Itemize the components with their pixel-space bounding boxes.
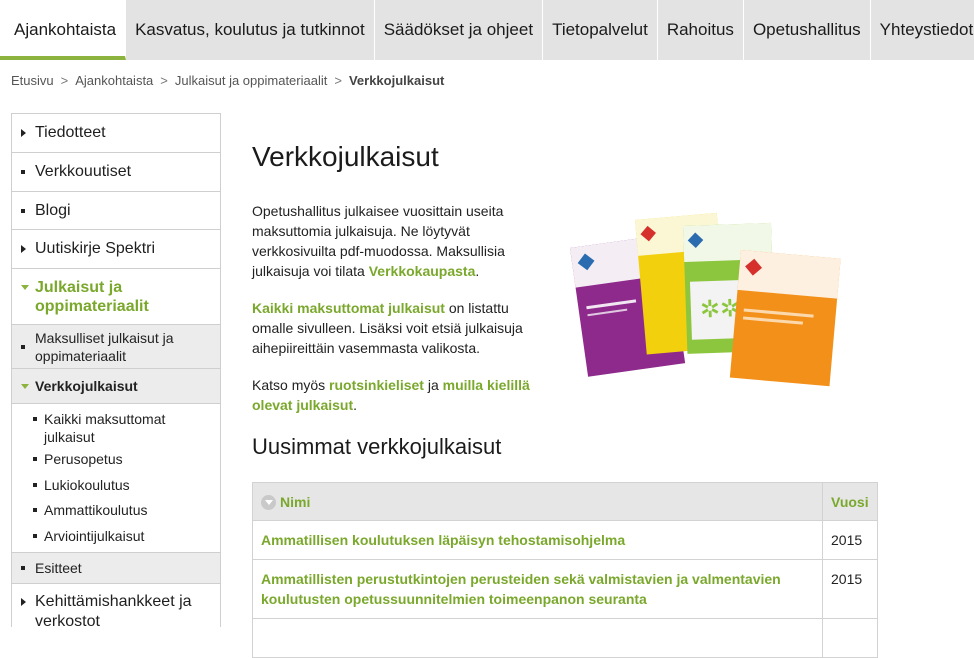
square-bullet-icon — [33, 457, 37, 461]
tab-ajankohtaista[interactable]: Ajankohtaista — [0, 0, 127, 60]
publication-year: 2015 — [822, 520, 878, 560]
sidebar-item-uutiskirje[interactable]: Uutiskirje Spektri — [12, 230, 220, 269]
intro-text: Opetushallitus julkaisee vuosittain usei… — [252, 201, 542, 432]
sidebar-sub3-item[interactable]: Perusopetus — [12, 450, 220, 476]
sidebar-item-label: Tiedotteet — [35, 124, 106, 141]
intro-paragraph-1: Opetushallitus julkaisee vuosittain usei… — [252, 201, 542, 281]
triangle-down-icon — [21, 285, 29, 290]
breadcrumb-current: Verkkojulkaisut — [348, 73, 445, 88]
sidebar-item-label: Kehittämishankkeet ja verkostot — [35, 593, 192, 627]
square-bullet-icon — [21, 208, 25, 213]
paragraph-text: ja — [423, 377, 443, 393]
column-header-label: Nimi — [280, 493, 311, 510]
sidebar-sub3-list: Kaikki maksuttomat julkaisut Perusopetus… — [12, 404, 220, 553]
link-ruotsinkieliset[interactable]: ruotsinkieliset — [329, 377, 424, 393]
triangle-right-icon — [21, 129, 26, 137]
paragraph-text: Katso myös — [252, 377, 330, 393]
sidebar-menu: Tiedotteet Verkkouutiset Blogi Uutiskirj… — [11, 113, 221, 627]
intro-paragraph-2: Kaikki maksuttomat julkaisut on listattu… — [252, 298, 542, 358]
publication-cover-orange — [729, 250, 841, 387]
breadcrumb-link-etusivu[interactable]: Etusivu — [11, 73, 54, 88]
publications-illustration: ✲✲ — [570, 212, 841, 387]
breadcrumb-separator: > — [60, 73, 69, 88]
sidebar-item-kehittamishankkeet[interactable]: Kehittämishankkeet ja verkostot — [12, 584, 220, 627]
sidebar-sub3-label: Ammattikoulutus — [44, 502, 148, 518]
sidebar-item-blogi[interactable]: Blogi — [12, 192, 220, 230]
column-header-vuosi[interactable]: Vuosi — [822, 482, 878, 521]
sidebar-sub3-item[interactable]: Lukiokoulutus — [12, 476, 220, 501]
table-cell-empty — [252, 618, 823, 658]
sidebar-item-tiedotteet[interactable]: Tiedotteet — [12, 114, 220, 153]
paragraph-text: . — [353, 397, 358, 413]
sidebar-sub3-label: Lukiokoulutus — [44, 477, 130, 493]
sidebar-sub3-label: Kaikki maksuttomat julkaisut — [44, 411, 166, 445]
sidebar-sub3-label: Perusopetus — [44, 451, 123, 467]
publication-link[interactable]: Ammatillisen koulutuksen läpäisyn tehost… — [252, 520, 823, 560]
square-bullet-icon — [33, 417, 37, 421]
triangle-right-icon — [21, 245, 26, 253]
sort-down-icon[interactable] — [261, 494, 276, 510]
table-row: Ammatillisten perustutkintojen perusteid… — [252, 559, 878, 619]
sidebar-sub3-item[interactable]: Ammattikoulutus — [12, 501, 220, 527]
sidebar-subitem-esitteet[interactable]: Esitteet — [12, 553, 220, 584]
sidebar-item-label: Blogi — [35, 201, 71, 219]
table-row: Ammatillisen koulutuksen läpäisyn tehost… — [252, 520, 878, 560]
sidebar-subitem-label: Verkkojulkaisut — [35, 378, 138, 394]
breadcrumb-link-julkaisut[interactable]: Julkaisut ja oppimateriaalit — [175, 73, 327, 88]
breadcrumb-separator: > — [334, 73, 342, 88]
sidebar-subitem-label: Esitteet — [35, 560, 82, 576]
sidebar-subitem-maksulliset[interactable]: Maksulliset julkaisut ja oppimateriaalit — [12, 325, 220, 369]
tab-saadokset[interactable]: Säädökset ja ohjeet — [375, 0, 544, 60]
sidebar-item-verkkouutiset[interactable]: Verkkouutiset — [12, 153, 220, 192]
sidebar-item-label: Uutiskirje Spektri — [35, 240, 156, 257]
intro-paragraph-3: Katso myös ruotsinkieliset ja muilla kie… — [252, 375, 542, 415]
sidebar-subitem-label: Maksulliset julkaisut ja oppimateriaalit — [35, 329, 174, 364]
latest-publications-table: Nimi Vuosi Ammatillisen koulutuksen läpä… — [252, 482, 878, 658]
table-cell-empty — [822, 618, 878, 658]
sidebar-subitem-verkkojulkaisut[interactable]: Verkkojulkaisut — [12, 369, 220, 404]
latest-publications-heading: Uusimmat verkkojulkaisut — [252, 434, 502, 459]
square-bullet-icon — [21, 170, 25, 174]
breadcrumb: Etusivu > Ajankohtaista > Julkaisut ja oppim… — [11, 73, 444, 88]
sidebar-sub3-item[interactable]: Arviointijulkaisut — [12, 527, 220, 549]
link-kaikki-maksuttomat[interactable]: Kaikki maksuttomat julkaisut — [252, 300, 445, 316]
sidebar-submenu: Maksulliset julkaisut ja oppimateriaalit… — [12, 325, 220, 584]
sidebar-item-label: Julkaisut ja oppimateriaalit — [35, 279, 149, 315]
column-header-nimi[interactable]: Nimi — [252, 482, 823, 521]
tab-rahoitus[interactable]: Rahoitus — [658, 0, 744, 60]
sidebar-item-julkaisut[interactable]: Julkaisut ja oppimateriaalit — [12, 269, 220, 325]
square-bullet-icon — [33, 508, 37, 512]
tab-kasvatus[interactable]: Kasvatus, koulutus ja tutkinnot — [126, 0, 375, 60]
breadcrumb-link-ajankohtaista[interactable]: Ajankohtaista — [75, 73, 153, 88]
tab-tietopalvelut[interactable]: Tietopalvelut — [543, 0, 658, 60]
sidebar-sub3-label: Arviointijulkaisut — [44, 528, 145, 544]
square-bullet-icon — [21, 344, 25, 349]
link-verkkokaupasta[interactable]: Verkkokaupasta — [369, 263, 476, 279]
page-title: Verkkojulkaisut — [252, 141, 439, 172]
tab-yhteystiedot[interactable]: Yhteystiedot — [871, 0, 974, 60]
svg-text:✲✲: ✲✲ — [699, 294, 740, 323]
tab-opetushallitus[interactable]: Opetushallitus — [744, 0, 871, 60]
square-bullet-icon — [33, 534, 37, 538]
breadcrumb-separator: > — [160, 73, 168, 88]
sidebar-sub3-item[interactable]: Kaikki maksuttomat julkaisut — [12, 410, 220, 450]
table-header-row: Nimi Vuosi — [252, 482, 878, 521]
triangle-right-icon — [21, 598, 26, 606]
square-bullet-icon — [21, 566, 25, 570]
square-bullet-icon — [33, 483, 37, 487]
publication-link[interactable]: Ammatillisten perustutkintojen perusteid… — [252, 559, 823, 619]
top-navigation: Ajankohtaista Kasvatus, koulutus ja tutk… — [0, 0, 974, 60]
publication-year: 2015 — [822, 559, 878, 619]
paragraph-text: . — [475, 263, 480, 279]
triangle-down-icon — [21, 383, 29, 389]
table-row — [252, 618, 878, 658]
sidebar-item-label: Verkkouutiset — [35, 163, 132, 180]
